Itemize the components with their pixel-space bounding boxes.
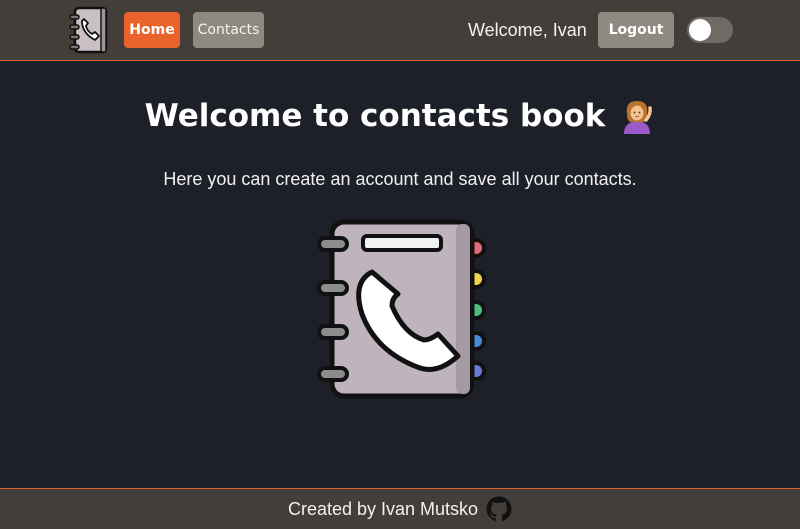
welcome-user-text: Welcome, Ivan [468,20,587,40]
github-icon[interactable] [486,496,512,522]
toggle-knob [689,19,711,41]
phone-book-logo-icon[interactable] [68,5,112,55]
nav-contacts-button[interactable]: Contacts [193,12,264,48]
footer-credit-text: Created by Ivan Mutsko [287,498,479,519]
page-subtitle: Here you can create an account and save … [163,169,637,189]
theme-toggle[interactable] [687,17,733,43]
page-title-row: Welcome to contacts book [0,98,800,134]
page-title: Welcome to contacts book [144,98,606,134]
phone-book-illustration-icon [317,219,486,399]
app-footer: Created by Ivan Mutsko [0,488,800,529]
woman-tipping-hand-emoji-icon [624,101,653,134]
app-header: Home Contacts Welcome, Ivan Logout [0,0,800,61]
logout-button[interactable]: Logout [598,12,674,48]
nav-home-button[interactable]: Home [124,12,180,48]
